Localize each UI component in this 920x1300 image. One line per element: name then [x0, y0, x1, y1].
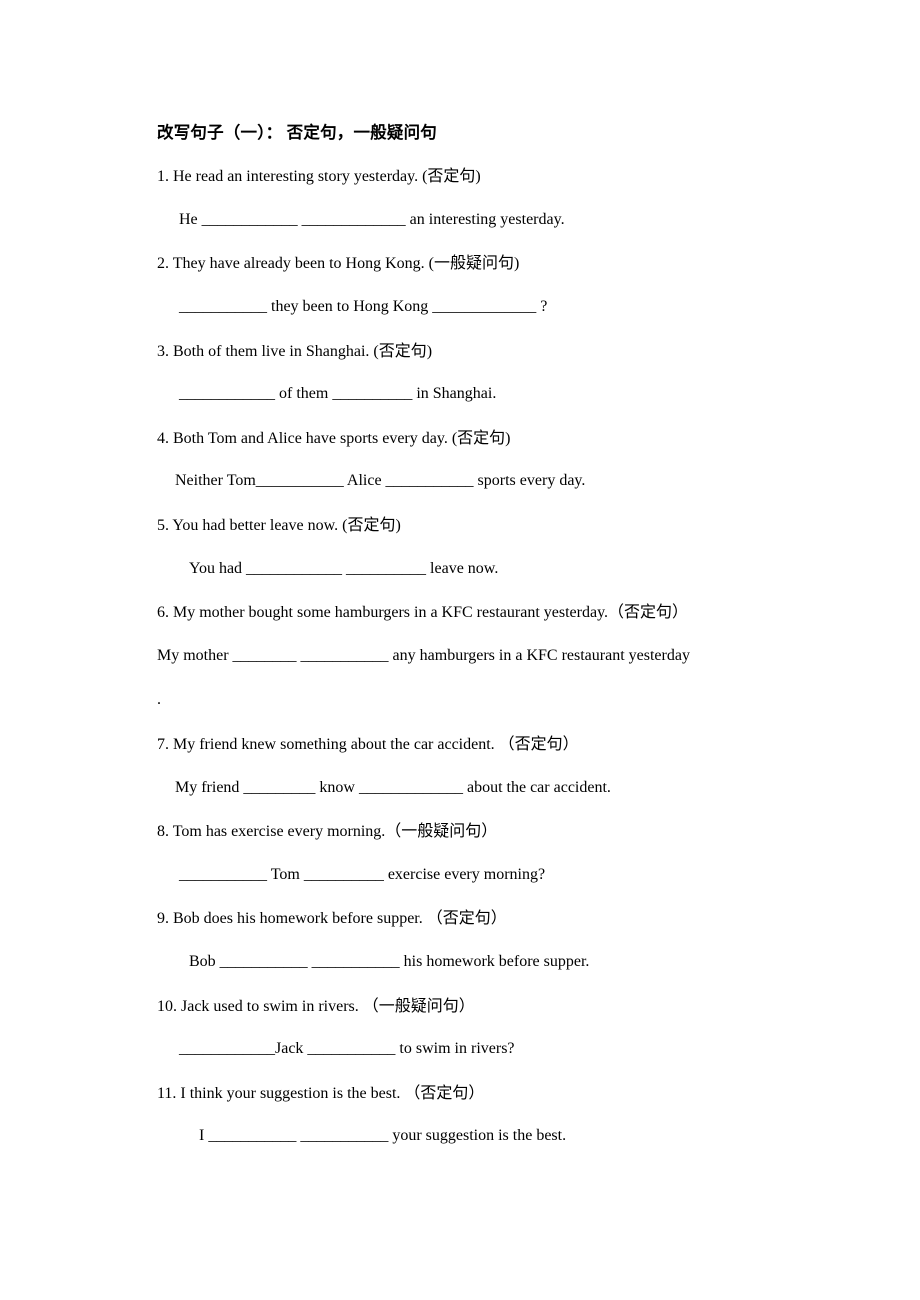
exercise-item-7: 7. My friend knew something about the ca… — [157, 734, 797, 798]
worksheet-page: 改写句子（一）： 否定句，一般疑问句 1. He read an interes… — [0, 0, 920, 1300]
question-text: 10. Jack used to swim in rivers. （一般疑问句） — [157, 997, 475, 1015]
exercise-item-9: 9. Bob does his homework before supper. … — [157, 908, 797, 972]
question-text: 6. My mother bought some hamburgers in a… — [157, 604, 689, 622]
question-text: 9. Bob does his homework before supper. … — [157, 910, 507, 928]
answer-blank-line[interactable]: Neither Tom___________ Alice ___________… — [157, 470, 797, 492]
question-text: 5. You had better leave now. (否定句) — [157, 517, 401, 535]
answer-blank-line[interactable]: ____________Jack ___________ to swim in … — [157, 1038, 797, 1060]
question-text: 7. My friend knew something about the ca… — [157, 735, 579, 753]
question-text: 1. He read an interesting story yesterda… — [157, 168, 481, 186]
exercise-item-10: 10. Jack used to swim in rivers. （一般疑问句）… — [157, 996, 797, 1060]
exercise-item-3: 3. Both of them live in Shanghai. (否定句) … — [157, 341, 797, 405]
answer-blank-line[interactable]: ____________ of them __________ in Shang… — [157, 383, 797, 405]
answer-blank-line[interactable]: ___________ Tom __________ exercise ever… — [157, 864, 797, 886]
exercise-item-8: 8. Tom has exercise every morning.（一般疑问句… — [157, 821, 797, 885]
trailing-period: . — [157, 691, 161, 709]
answer-blank-line[interactable]: I ___________ ___________ your suggestio… — [157, 1125, 797, 1147]
question-text: 4. Both Tom and Alice have sports every … — [157, 429, 511, 447]
answer-blank-line[interactable]: He ____________ _____________ an interes… — [157, 209, 797, 231]
document-body: 改写句子（一）： 否定句，一般疑问句 1. He read an interes… — [157, 122, 797, 1170]
exercise-item-4: 4. Both Tom and Alice have sports every … — [157, 428, 797, 492]
answer-blank-line[interactable]: ___________ they been to Hong Kong _____… — [157, 296, 797, 318]
answer-blank-line[interactable]: My friend _________ know _____________ a… — [157, 777, 797, 799]
answer-blank-line[interactable]: You had ____________ __________ leave no… — [157, 558, 797, 580]
page-title: 改写句子（一）： 否定句，一般疑问句 — [157, 123, 437, 142]
exercise-item-6: 6. My mother bought some hamburgers in a… — [157, 602, 797, 711]
question-text: 8. Tom has exercise every morning.（一般疑问句… — [157, 823, 498, 841]
answer-blank-line[interactable]: My mother ________ ___________ any hambu… — [157, 645, 857, 667]
question-text: 3. Both of them live in Shanghai. (否定句) — [157, 342, 433, 360]
question-text: 2. They have already been to Hong Kong. … — [157, 255, 520, 273]
question-text: 11. I think your suggestion is the best.… — [157, 1084, 485, 1102]
exercise-item-5: 5. You had better leave now. (否定句) You h… — [157, 515, 797, 579]
exercise-item-1: 1. He read an interesting story yesterda… — [157, 166, 797, 230]
answer-blank-line[interactable]: Bob ___________ ___________ his homework… — [157, 951, 797, 973]
exercise-item-11: 11. I think your suggestion is the best.… — [157, 1083, 797, 1147]
exercise-item-2: 2. They have already been to Hong Kong. … — [157, 253, 797, 317]
